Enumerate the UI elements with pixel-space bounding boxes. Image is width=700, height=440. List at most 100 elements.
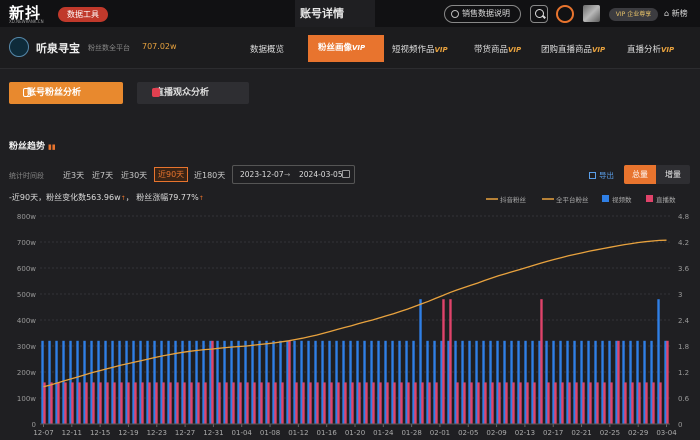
tab-group-live-products[interactable]: 团购直播商品VIP [541,43,605,55]
x-tick-label: 12-27 [175,429,195,437]
x-tick-label: 02-21 [571,429,591,437]
bar-lives [274,382,277,424]
range-3d[interactable]: 近3天 [63,170,84,181]
bar-lives [316,382,319,424]
bar-lives [358,382,361,424]
account-fans-analysis-button[interactable]: 账号粉丝分析 [9,82,123,104]
y-right-tick: 3.6 [678,265,690,273]
trend-icon: ▮▮ [48,143,56,151]
toggle-increment[interactable]: 增量 [656,165,690,184]
bar-lives [631,382,634,424]
x-tick-label: 01-08 [260,429,280,437]
bar-lives [400,382,403,424]
bar-lives [666,340,669,424]
x-tick-label: 02-17 [543,429,563,437]
x-tick-label: 02-25 [600,429,620,437]
y-right-tick: 4.8 [678,213,689,221]
export-button[interactable]: 导出 [589,170,614,181]
bar-lives [477,382,480,424]
export-label: 导出 [599,171,614,180]
tab-live-analysis[interactable]: 直播分析VIP [627,43,674,55]
bar-lives [645,382,648,424]
bar-lives [386,382,389,424]
x-tick-label: 12-23 [147,429,167,437]
tab-data-overview[interactable]: 数据概览 [250,43,284,55]
y-right-tick: 2.4 [678,317,690,325]
x-tick-label: 01-24 [373,429,394,437]
bar-lives [43,382,46,424]
range-180d[interactable]: 近180天 [194,170,225,181]
bar-lives [267,382,270,424]
bar-lives [652,382,655,424]
bar-lives [603,382,606,424]
y-left-tick: 700w [17,239,36,247]
bar-lives [561,382,564,424]
x-tick-label: 01-20 [345,429,365,437]
bar-lives [659,382,662,424]
bar-lives [85,382,88,424]
app-logo-sub: XD.NEWRANK.CN [9,19,44,24]
y-right-tick: 4.2 [678,239,689,247]
headset-icon[interactable] [556,5,574,23]
vip-tag: VIP [592,46,606,54]
tab-label: 粉丝画像 [318,43,353,53]
range-7d[interactable]: 近7天 [92,170,113,181]
sales-data-desc-button[interactable]: 销售数据说明 [444,5,521,23]
x-tick-label: 01-16 [317,429,338,437]
date-range-picker[interactable]: 2023-12-07 → 2024-03-05 [232,165,355,184]
button-label: 账号粉丝分析 [27,88,82,98]
newrank-link[interactable]: ⌂ 新榜 [664,8,688,19]
bar-lives [225,382,228,424]
bar-lives [260,382,263,424]
range-30d[interactable]: 近30天 [121,170,147,181]
vip-badge[interactable]: VIP 企业尊享 [609,8,658,21]
bar-lives [491,382,494,424]
calendar-icon [342,170,350,178]
tab-products[interactable]: 带货商品VIP [474,43,521,55]
tab-label: 短视频作品 [392,45,435,55]
tab-label: 带货商品 [474,45,509,55]
y-left-tick: 300w [17,343,36,351]
search-icon[interactable] [530,5,548,23]
bar-lives [617,340,620,424]
x-tick-label: 03-04 [656,429,677,437]
bar-lives [456,382,459,424]
bar-lives [526,382,529,424]
live-audience-analysis-button[interactable]: 直播观众分析 [137,82,249,104]
x-tick-label: 02-05 [458,429,478,437]
bar-lives [330,382,333,424]
y-right-tick: 0 [678,421,682,429]
x-tick-label: 02-29 [628,429,648,437]
bar-lives [218,382,221,424]
bar-lives [190,382,193,424]
bar-lives [589,382,592,424]
legend-label: 直播数 [656,195,676,204]
page-title: 账号详情 [300,7,344,20]
account-name: 听泉寻宝 [36,42,80,55]
tab-fans-profile[interactable]: 粉丝画像VIP [308,35,384,62]
bar-lives [519,382,522,424]
user-avatar[interactable] [583,5,600,22]
vip-tag: VIP [508,46,522,54]
y-right-tick: 1.8 [678,343,689,351]
legend-label: 视频数 [612,195,632,204]
bar-lives [624,382,627,424]
toggle-total[interactable]: 总量 [624,165,656,184]
x-tick-label: 12-19 [118,429,138,437]
bar-lives [575,382,578,424]
bar-lives [512,382,515,424]
data-tools-badge[interactable]: 数据工具 [58,7,108,22]
bar-lives [148,382,151,424]
live-icon [152,88,160,97]
button-label: 直播观众分析 [155,88,210,98]
tab-short-videos[interactable]: 短视频作品VIP [392,43,448,55]
range-90d[interactable]: 近90天 [154,167,189,182]
bar-lives [442,299,445,424]
bar-lives [155,382,158,424]
bar-lives [484,382,487,424]
legend-swatch [602,195,609,202]
bar-lives [463,382,466,424]
bar-lives [127,382,130,424]
bar-lives [281,382,284,424]
date-start: 2023-12-07 [240,170,284,179]
